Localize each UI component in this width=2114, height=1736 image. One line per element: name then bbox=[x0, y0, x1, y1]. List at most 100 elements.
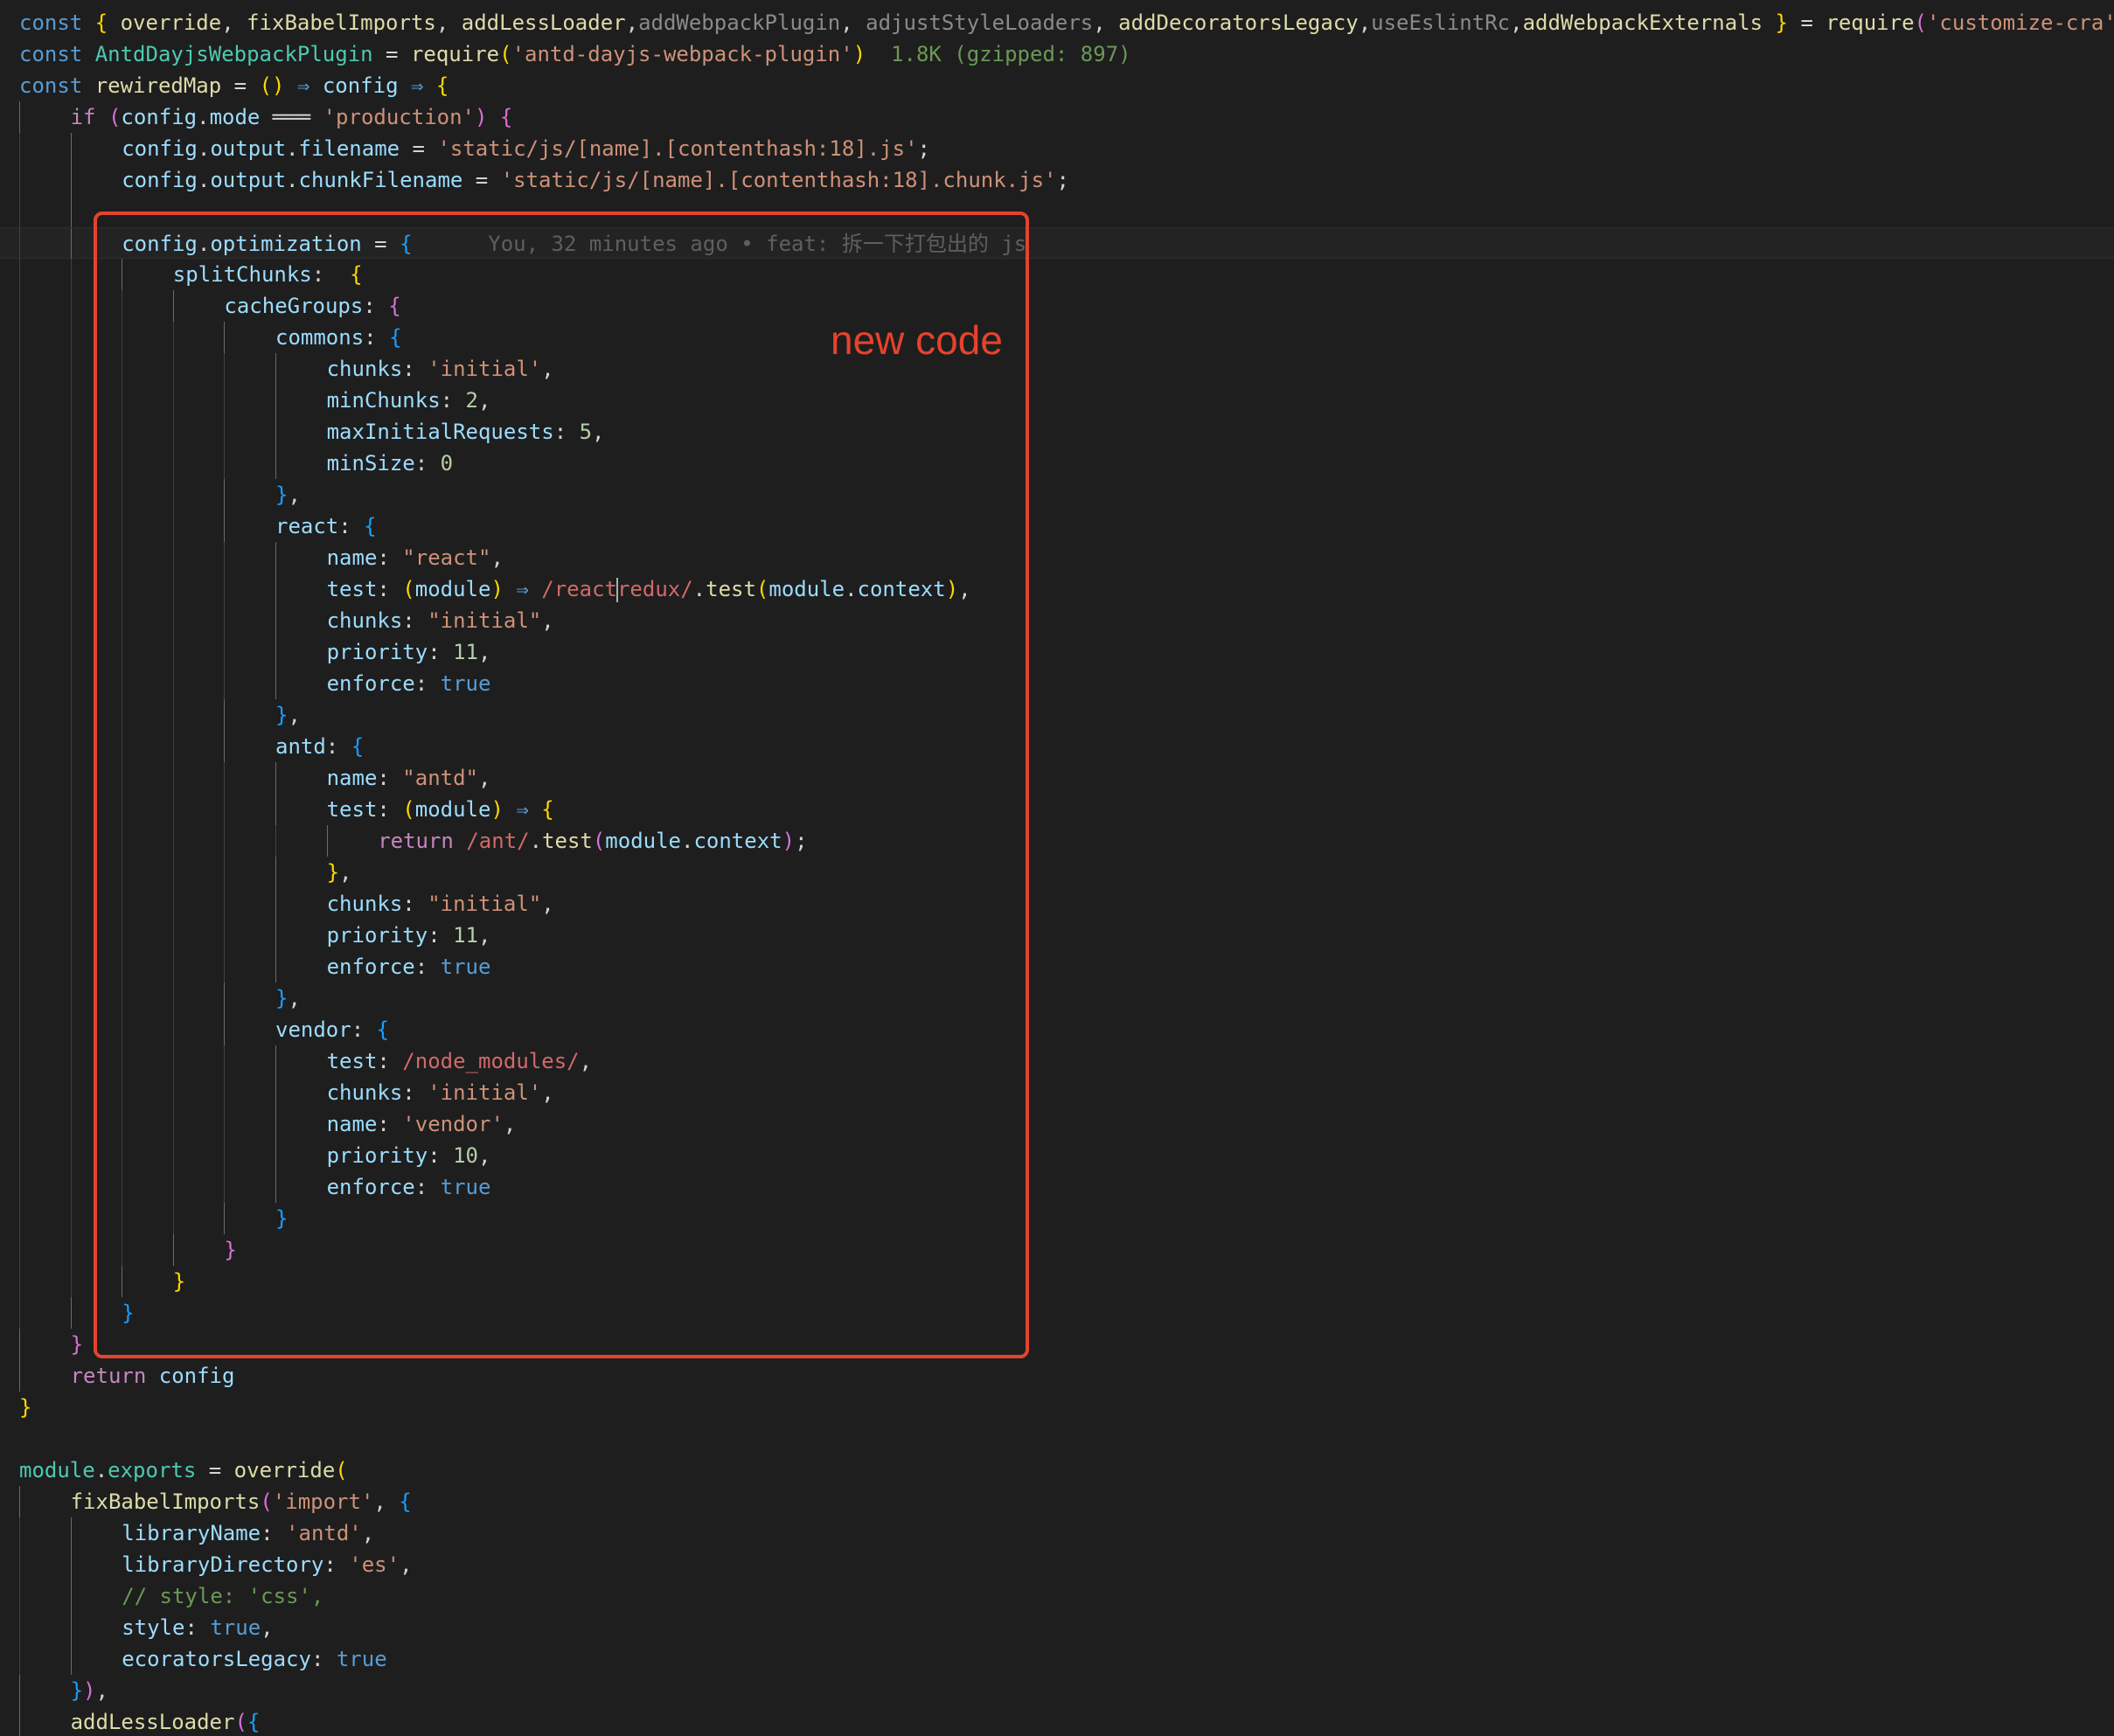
code-editor[interactable]: const { override, fixBabelImports, addLe… bbox=[0, 0, 2114, 1736]
code-token: enforce bbox=[326, 671, 415, 696]
indent-guide bbox=[224, 920, 226, 951]
code-token: output bbox=[210, 168, 287, 192]
code-token: = bbox=[372, 42, 411, 66]
code-token: exports bbox=[108, 1458, 197, 1483]
code-token: { bbox=[94, 10, 121, 35]
code-line[interactable]: test: (module) ⇒ { bbox=[0, 794, 2114, 825]
code-line[interactable]: } bbox=[0, 1297, 2114, 1329]
code-line[interactable]: enforce: true bbox=[0, 951, 2114, 983]
indent-guide bbox=[19, 353, 20, 385]
code-token: . bbox=[529, 829, 543, 853]
indent-guide bbox=[19, 1517, 20, 1549]
code-line[interactable]: react: { bbox=[0, 510, 2114, 542]
code-line[interactable]: config.optimization = { You, 32 minutes … bbox=[0, 227, 2114, 260]
code-line[interactable]: ecoratorsLegacy: true bbox=[0, 1643, 2114, 1675]
code-token: 'vendor' bbox=[402, 1112, 504, 1136]
indent-guide bbox=[19, 1612, 20, 1643]
indent-guide bbox=[275, 794, 276, 825]
code-token: , bbox=[478, 388, 491, 413]
code-line[interactable]: test: /node_modules/, bbox=[0, 1045, 2114, 1077]
code-line[interactable] bbox=[0, 196, 2114, 227]
code-line[interactable]: priority: 10, bbox=[0, 1140, 2114, 1171]
indent-guide bbox=[70, 322, 72, 353]
code-line[interactable]: }, bbox=[0, 699, 2114, 731]
code-line[interactable]: maxInitialRequests: 5, bbox=[0, 416, 2114, 448]
code-token: module bbox=[19, 1458, 95, 1483]
code-line[interactable]: } bbox=[0, 1392, 2114, 1423]
code-line[interactable]: } bbox=[0, 1234, 2114, 1266]
code-line-text: antd: { bbox=[275, 731, 364, 762]
code-line[interactable]: const AntdDayjsWebpackPlugin = require('… bbox=[0, 38, 2114, 70]
code-line[interactable]: } bbox=[0, 1329, 2114, 1360]
code-line[interactable]: name: "antd", bbox=[0, 762, 2114, 794]
code-line[interactable]: test: (module) ⇒ /reactredux/.test(modul… bbox=[0, 573, 2114, 605]
code-line[interactable]: libraryDirectory: 'es', bbox=[0, 1549, 2114, 1580]
code-line[interactable]: vendor: { bbox=[0, 1014, 2114, 1045]
code-line[interactable]: enforce: true bbox=[0, 668, 2114, 699]
code-token: , bbox=[1358, 10, 1372, 35]
code-token: chunks bbox=[326, 357, 403, 381]
code-line[interactable]: if (config.mode ═══ 'production') { bbox=[0, 101, 2114, 133]
code-line[interactable]: minChunks: 2, bbox=[0, 385, 2114, 416]
code-token: : bbox=[414, 1175, 441, 1199]
code-line[interactable]: commons: { bbox=[0, 322, 2114, 353]
indent-guide bbox=[172, 573, 174, 605]
code-line[interactable]: return config bbox=[0, 1360, 2114, 1392]
indent-guide bbox=[275, 825, 276, 857]
code-line[interactable] bbox=[0, 1423, 2114, 1455]
code-line[interactable]: chunks: "initial", bbox=[0, 888, 2114, 920]
code-line[interactable]: priority: 11, bbox=[0, 636, 2114, 668]
code-token: } bbox=[19, 1395, 32, 1420]
code-line[interactable]: }), bbox=[0, 1675, 2114, 1706]
code-token: 'antd-dayjs-webpack-plugin' bbox=[511, 42, 853, 66]
code-line[interactable]: } bbox=[0, 1266, 2114, 1297]
code-line[interactable]: minSize: 0 bbox=[0, 448, 2114, 479]
indent-guide bbox=[224, 385, 226, 416]
code-line[interactable]: addLessLoader({ bbox=[0, 1706, 2114, 1736]
code-token: ) bbox=[852, 42, 866, 66]
code-line[interactable]: const rewiredMap = () ⇒ config ⇒ { bbox=[0, 70, 2114, 101]
code-line[interactable]: antd: { bbox=[0, 731, 2114, 762]
code-token: , bbox=[288, 986, 301, 1010]
indent-guide bbox=[172, 353, 174, 385]
code-line[interactable]: chunks: 'initial', bbox=[0, 1077, 2114, 1108]
code-line[interactable]: config.output.chunkFilename = 'static/js… bbox=[0, 164, 2114, 196]
indent-guide bbox=[172, 951, 174, 983]
code-token: override bbox=[233, 1458, 336, 1483]
code-line[interactable]: name: "react", bbox=[0, 542, 2114, 573]
code-line[interactable]: return /ant/.test(module.context); bbox=[0, 825, 2114, 857]
indent-guide bbox=[19, 259, 20, 290]
code-line[interactable]: } bbox=[0, 1203, 2114, 1234]
indent-guide bbox=[224, 951, 226, 983]
code-line[interactable]: }, bbox=[0, 857, 2114, 888]
code-line[interactable]: module.exports = override( bbox=[0, 1455, 2114, 1486]
indent-guide bbox=[70, 1234, 72, 1266]
code-token: , bbox=[840, 10, 866, 35]
code-line[interactable]: enforce: true bbox=[0, 1171, 2114, 1203]
code-token: { bbox=[350, 262, 363, 287]
code-line-text: maxInitialRequests: 5, bbox=[327, 416, 605, 448]
code-line[interactable]: config.output.filename = 'static/js/[nam… bbox=[0, 133, 2114, 164]
indent-guide bbox=[70, 1297, 72, 1329]
code-line-text: addLessLoader({ bbox=[71, 1706, 261, 1736]
indent-guide bbox=[224, 416, 226, 448]
code-line[interactable]: chunks: 'initial', bbox=[0, 353, 2114, 385]
code-token: commons bbox=[275, 325, 365, 350]
indent-guide bbox=[172, 825, 174, 857]
code-line[interactable]: fixBabelImports('import', { bbox=[0, 1486, 2114, 1517]
code-line[interactable]: cacheGroups: { bbox=[0, 290, 2114, 322]
code-line[interactable]: priority: 11, bbox=[0, 920, 2114, 951]
code-line[interactable]: }, bbox=[0, 983, 2114, 1014]
indent-guide bbox=[224, 762, 226, 794]
code-line[interactable]: // style: 'css', bbox=[0, 1580, 2114, 1612]
code-line[interactable]: style: true, bbox=[0, 1612, 2114, 1643]
code-line[interactable]: libraryName: 'antd', bbox=[0, 1517, 2114, 1549]
code-token: : bbox=[428, 640, 454, 664]
indent-guide bbox=[172, 762, 174, 794]
code-line[interactable]: const { override, fixBabelImports, addLe… bbox=[0, 7, 2114, 38]
code-line[interactable]: splitChunks: { bbox=[0, 259, 2114, 290]
code-line[interactable]: chunks: "initial", bbox=[0, 605, 2114, 636]
code-token: ⇒ bbox=[503, 577, 542, 601]
code-line[interactable]: name: 'vendor', bbox=[0, 1108, 2114, 1140]
code-line[interactable]: }, bbox=[0, 479, 2114, 510]
